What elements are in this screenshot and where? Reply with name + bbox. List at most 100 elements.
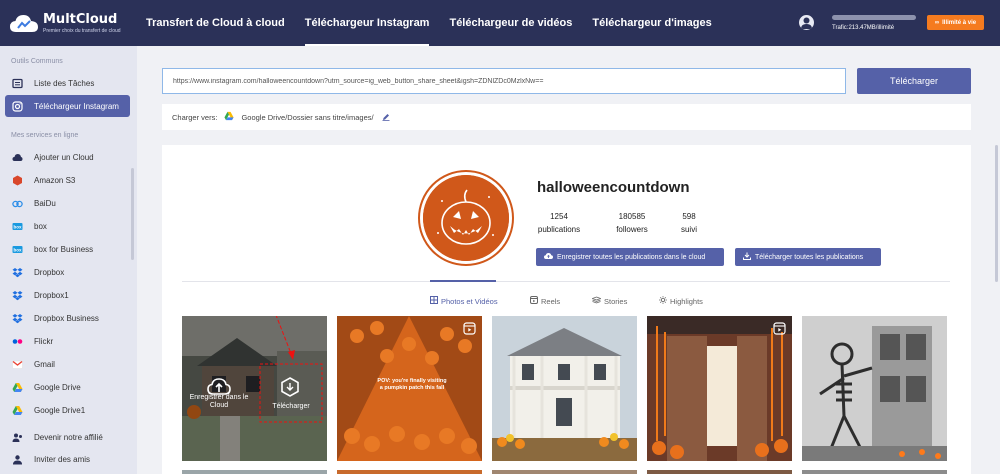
save-all-label: Enregistrer toutes les publications dans… — [557, 253, 706, 261]
sidebar-item-label: Gmail — [34, 359, 55, 369]
download-all-button[interactable]: Télécharger toutes les publications — [735, 248, 881, 266]
tab-reels[interactable]: Reels — [530, 296, 560, 306]
stat-value: 598 — [682, 212, 696, 221]
logo[interactable]: MultCloud Premier choix du transfert de … — [0, 12, 137, 34]
sidebar-item-task-list[interactable]: Liste des Tâches — [5, 72, 130, 94]
post-thumbnail[interactable] — [802, 316, 947, 461]
sidebar-item-label: Dropbox1 — [34, 290, 69, 300]
sidebar-item-add-cloud[interactable]: Ajouter un Cloud — [5, 146, 130, 168]
sidebar-item-invite[interactable]: Inviter des amis — [5, 448, 130, 470]
box-icon: box — [12, 221, 23, 232]
download-overlay-label[interactable]: Télécharger — [262, 403, 320, 411]
sidebar-section-services: Mes services en ligne — [11, 132, 79, 139]
post-thumbnail[interactable]: POV: you're finally visiting a pumpkin p… — [337, 316, 482, 461]
post-thumbnail-partial[interactable] — [647, 470, 792, 474]
nav-instagram-downloader[interactable]: Téléchargeur Instagram — [304, 0, 430, 46]
sidebar-item-google-drive1[interactable]: Google Drive1 — [5, 399, 130, 421]
sidebar-item-baidu[interactable]: BaiDu — [5, 192, 130, 214]
sidebar-scrollbar[interactable] — [131, 168, 134, 260]
sidebar-item-gmail[interactable]: Gmail — [5, 353, 130, 375]
box-business-icon: box — [12, 244, 23, 255]
pumpkin-avatar — [423, 175, 509, 261]
profile-panel: halloweencountdown 1254 publications 180… — [162, 145, 971, 474]
download-icon — [743, 252, 751, 262]
svg-text:box: box — [13, 247, 21, 252]
tab-label: Highlights — [670, 296, 703, 306]
dropbox-business-icon — [12, 313, 23, 324]
user-avatar-icon[interactable] — [799, 15, 814, 30]
dropbox-icon — [12, 290, 23, 301]
sidebar-item-box-business[interactable]: box box for Business — [5, 238, 130, 260]
sidebar-item-label: Amazon S3 — [34, 175, 76, 185]
nav-image-downloader[interactable]: Téléchargeur d'images — [592, 0, 711, 46]
traffic-indicator: Trafic:213.47MB/illimité — [832, 15, 916, 31]
tab-stories[interactable]: Stories — [591, 296, 628, 306]
google-drive-icon — [224, 111, 234, 123]
sidebar-item-label: Téléchargeur Instagram — [34, 101, 119, 111]
stat-following: 598 suivi — [675, 210, 703, 236]
grid-icon — [430, 296, 438, 306]
reel-badge-icon — [773, 322, 786, 335]
dropbox-icon — [12, 267, 23, 278]
post-thumbnail[interactable] — [492, 316, 637, 461]
tab-label: Stories — [604, 296, 628, 306]
page-scrollbar[interactable] — [995, 145, 998, 282]
post-caption-overlay: POV: you're finally visiting a pumpkin p… — [377, 378, 447, 391]
sidebar-item-affiliate[interactable]: Devenir notre affilié — [5, 426, 130, 448]
post-thumbnail[interactable] — [647, 316, 792, 461]
traffic-bar — [832, 15, 916, 20]
sidebar-item-label: Liste des Tâches — [34, 78, 95, 88]
tabs-divider — [182, 281, 950, 282]
stat-label: publications — [537, 225, 581, 234]
stat-value: 1254 — [550, 212, 568, 221]
flickr-icon — [12, 336, 23, 347]
add-cloud-icon — [12, 152, 23, 163]
nav-cloud-transfer[interactable]: Transfert de Cloud à cloud — [146, 0, 285, 46]
post-thumbnail-partial[interactable] — [802, 470, 947, 474]
post-thumbnail-partial[interactable] — [337, 470, 482, 474]
reel-badge-icon — [463, 322, 476, 335]
sidebar-item-amazon-s3[interactable]: Amazon S3 — [5, 169, 130, 191]
tab-photos-videos[interactable]: Photos et Vidéos — [430, 296, 498, 306]
sidebar-item-google-drive[interactable]: Google Drive — [5, 376, 130, 398]
download-all-label: Télécharger toutes les publications — [755, 253, 864, 261]
save-to-cloud-overlay-label[interactable]: Enregistrer dans le Cloud — [188, 394, 250, 410]
tab-highlights[interactable]: Highlights — [659, 296, 703, 306]
stat-label: suivi — [680, 225, 697, 234]
sidebar-item-label: Google Drive1 — [34, 405, 86, 415]
download-button[interactable]: Télécharger — [857, 68, 971, 94]
reels-icon — [530, 296, 538, 306]
upload-target-path[interactable]: Google Drive/Dossier sans titre/images/ — [241, 113, 373, 122]
sidebar-item-dropbox[interactable]: Dropbox — [5, 261, 130, 283]
sidebar-item-instagram-downloader[interactable]: Téléchargeur Instagram — [5, 95, 130, 117]
nav-video-downloader[interactable]: Téléchargeur de vidéos — [449, 0, 572, 46]
sidebar-item-box[interactable]: box box — [5, 215, 130, 237]
task-list-icon — [12, 78, 23, 89]
stat-publications: 1254 publications — [537, 210, 581, 236]
post-thumbnail[interactable]: Enregistrer dans le Cloud Télécharger — [182, 316, 327, 461]
cloud-logo-icon — [9, 12, 39, 34]
upload-target-label: Charger vers: — [172, 112, 218, 122]
svg-text:box: box — [13, 224, 21, 229]
tab-label: Photos et Vidéos — [441, 296, 498, 306]
sidebar: Outils Communs Liste des Tâches Téléchar… — [0, 46, 137, 474]
stat-followers: 180585 followers — [612, 210, 652, 236]
instagram-url-input[interactable] — [162, 68, 846, 94]
sidebar-item-dropbox1[interactable]: Dropbox1 — [5, 284, 130, 306]
stat-value: 180585 — [618, 212, 646, 221]
sidebar-section-tools: Outils Communs — [11, 58, 63, 65]
sidebar-item-dropbox-business[interactable]: Dropbox Business — [5, 307, 130, 329]
main-nav: Transfert de Cloud à cloud Téléchargeur … — [146, 0, 732, 46]
sidebar-item-flickr[interactable]: Flickr — [5, 330, 130, 352]
post-thumbnail-partial[interactable] — [182, 470, 327, 474]
unlimited-label: Illimité à vie — [942, 19, 977, 26]
google-drive-icon — [12, 405, 23, 416]
edit-icon[interactable] — [382, 113, 390, 121]
sidebar-item-label: Ajouter un Cloud — [34, 152, 94, 162]
sidebar-item-label: Dropbox Business — [34, 313, 99, 323]
post-thumbnail-partial[interactable] — [492, 470, 637, 474]
sidebar-item-label: Google Drive — [34, 382, 81, 392]
upload-target-row: Charger vers: Google Drive/Dossier sans … — [162, 104, 971, 130]
unlimited-button[interactable]: ∞ Illimité à vie — [927, 15, 984, 30]
save-all-to-cloud-button[interactable]: Enregistrer toutes les publications dans… — [536, 248, 724, 266]
